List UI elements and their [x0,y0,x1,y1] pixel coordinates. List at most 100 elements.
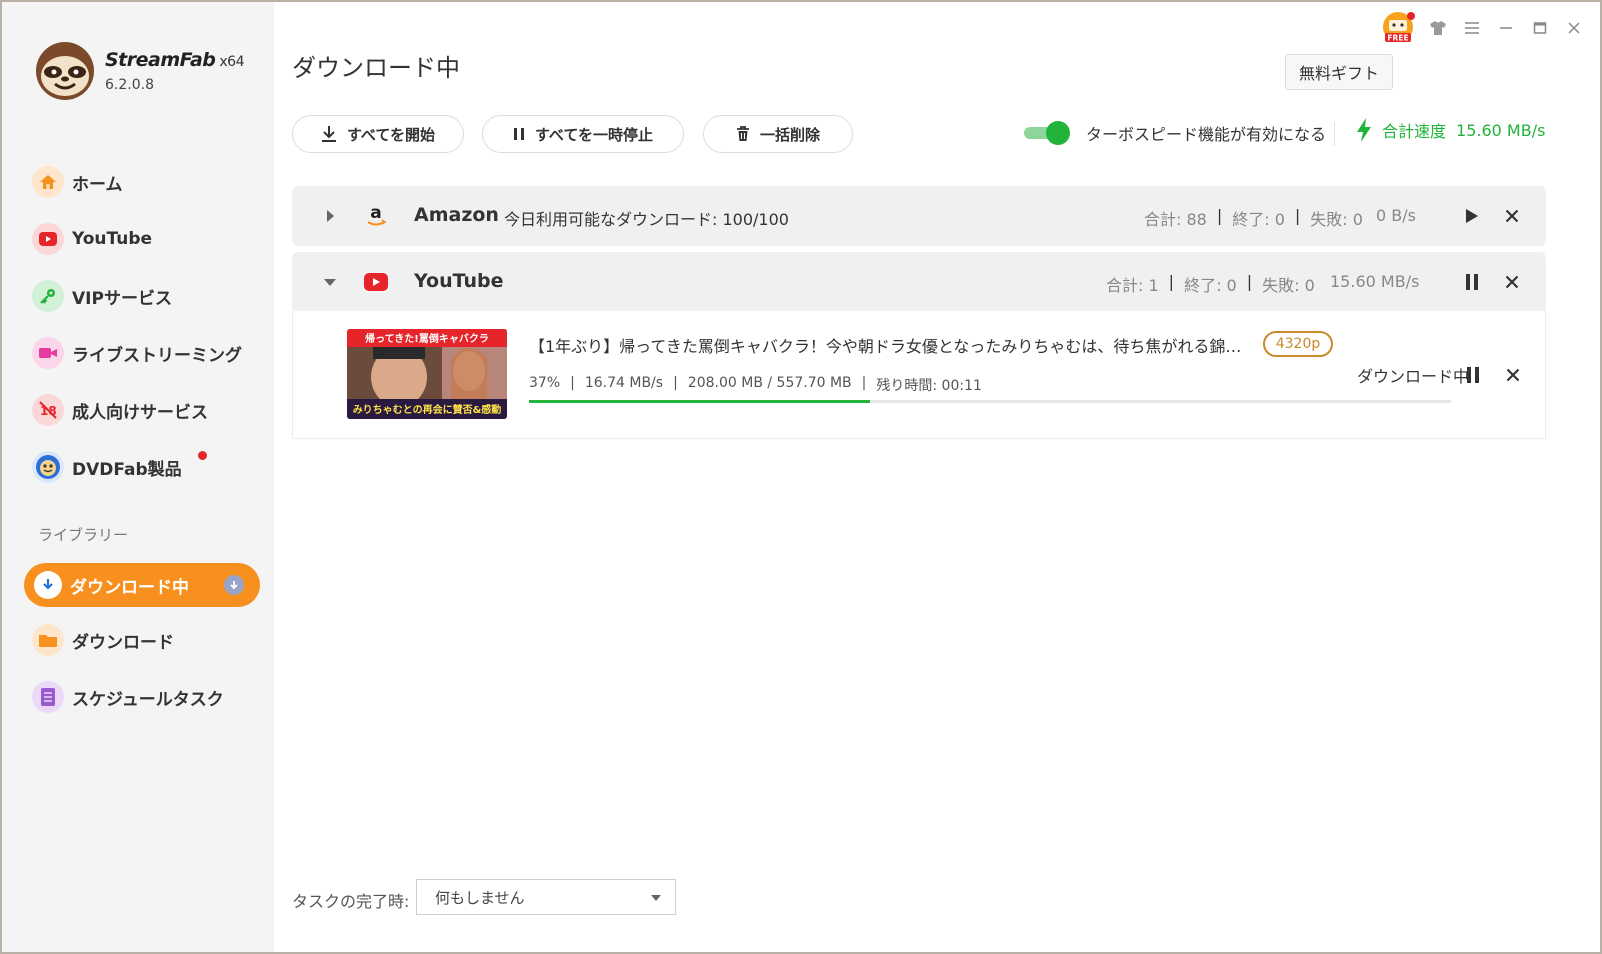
schedule-icon [32,681,64,713]
pause-icon [1466,274,1478,290]
close-icon [1505,275,1519,289]
pause-all-label: すべてを一時停止 [534,125,654,144]
group-name: YouTube [414,270,504,292]
quality-badge: 4320p [1263,331,1333,357]
total-speed-label: 合計速度 [1382,122,1447,141]
app-arch: x64 [219,54,244,70]
stat-total: 合計: 1 [1106,276,1159,295]
total-speed: 合計速度 15.60 MB/s [1356,118,1545,142]
maximize-icon[interactable] [1528,16,1552,40]
lightning-icon [1357,118,1371,142]
window-controls: FREE [1380,10,1586,46]
sidebar-item-schedule[interactable]: スケジュールタスク [32,677,262,717]
group-stats: 合計: 88 | 終了: 0 | 失敗: 0 [1144,206,1363,229]
stat-done: 終了: 0 [1184,276,1237,295]
home-icon [32,166,64,198]
group-youtube: YouTube 合計: 1 | 終了: 0 | 失敗: 0 15.60 MB/s [292,252,1546,312]
trash-icon [736,126,749,141]
delete-all-label: 一括削除 [759,125,820,144]
sidebar: StreamFab x64 6.2.0.8 ホーム YouTube VIPサービス [2,2,274,952]
stat-total: 合計: 88 [1144,210,1207,229]
delete-all-button[interactable]: 一括削除 [703,115,853,153]
notification-dot [198,451,207,460]
sidebar-item-home[interactable]: ホーム [32,162,262,202]
sidebar-item-label: ホーム [72,174,123,195]
task-speed: 16.74 MB/s [584,375,664,391]
notification-dot [1407,12,1415,20]
camera-icon [32,337,64,369]
pause-task-button[interactable] [1461,363,1485,387]
chevron-down-icon [651,895,661,901]
page-title: ダウンロード中 [292,54,460,82]
pause-icon [513,128,524,140]
sidebar-item-label: 成人向けサービス [72,402,208,423]
pause-all-button[interactable]: すべてを一時停止 [482,115,684,153]
svg-text:FREE: FREE [1387,34,1408,43]
video-thumbnail: 帰ってきた!罵倒キャバクラ みりちゃむとの再会に賛否&感動 [347,329,507,419]
group-stats: 合計: 1 | 終了: 0 | 失敗: 0 [1106,272,1315,295]
sidebar-item-label: ライブストリーミング [72,345,242,366]
pause-group-button[interactable] [1460,270,1484,294]
close-icon [1506,368,1520,382]
free-gift-badge-icon[interactable]: FREE [1380,10,1416,46]
group-name: Amazon [414,204,499,226]
shirt-icon[interactable] [1426,16,1450,40]
sidebar-item-adult[interactable]: 18 成人向けサービス [32,390,262,430]
sidebar-item-downloaded[interactable]: ダウンロード [32,620,262,660]
collapse-arrow-icon[interactable] [322,274,338,290]
task-complete-label: タスクの完了時: [292,892,410,911]
sidebar-item-dvdfab[interactable]: DVDFab製品 [32,447,262,487]
app-name: StreamFab x64 [105,49,244,71]
youtube-icon [362,269,390,295]
stat-failed: 失敗: 0 [1310,210,1363,229]
total-speed-value: 15.60 MB/s [1456,120,1546,140]
toggle-knob [1046,121,1070,145]
expand-arrow-icon[interactable] [322,208,338,224]
streamfab-logo-icon [36,42,94,100]
sidebar-item-livestream[interactable]: ライブストリーミング [32,333,262,373]
task-complete-select[interactable]: 何もしません [416,879,676,915]
turbo-speed-setting: ターボスピード機能が有効になる [1024,120,1326,146]
youtube-icon [32,223,64,255]
task-status: ダウンロード中 [1357,367,1470,386]
close-icon [1505,209,1519,223]
sidebar-item-label: YouTube [72,229,153,249]
stat-done: 終了: 0 [1232,210,1285,229]
sidebar-item-label: ダウンロード [72,632,174,653]
task-remaining: 残り時間: 00:11 [876,378,982,394]
close-icon[interactable] [1562,16,1586,40]
library-section-label: ライブラリー [38,526,129,544]
turbo-speed-toggle[interactable] [1024,120,1070,146]
task-size: 208.00 MB / 557.70 MB [687,375,852,391]
divider [1334,122,1335,146]
group-amazon: a Amazon 今日利用可能なダウンロード: 100/100 合計: 88 | … [292,186,1546,246]
download-task: 帰ってきた!罵倒キャバクラ みりちゃむとの再会に賛否&感動 【1年ぶり】帰ってき… [292,311,1546,439]
remove-group-button[interactable] [1500,204,1524,228]
key-icon [32,280,64,312]
download-badge-icon [224,575,244,595]
app-window: StreamFab x64 6.2.0.8 ホーム YouTube VIPサービス [0,0,1602,954]
stat-failed: 失敗: 0 [1262,276,1315,295]
app-version: 6.2.0.8 [105,77,154,93]
pause-icon [1467,367,1479,383]
download-icon [34,571,62,599]
sidebar-item-label: スケジュールタスク [72,689,224,710]
turbo-speed-label: ターボスピード機能が有効になる [1086,125,1327,144]
sidebar-item-label: ダウンロード中 [70,577,189,598]
start-all-button[interactable]: すべてを開始 [292,115,464,153]
sidebar-item-downloading[interactable]: ダウンロード中 [24,563,260,607]
main-panel: ダウンロード中 FREE 無料ギフト すべてを開始 すべてを一時停止 一括削除 … [274,2,1600,952]
free-gift-button[interactable]: 無料ギフト [1285,54,1393,90]
menu-icon[interactable] [1460,16,1484,40]
sidebar-item-youtube[interactable]: YouTube [32,219,262,259]
task-title: 【1年ぶり】帰ってきた罵倒キャバクラ！今や朝ドラ女優となったみりちゃむは、待ち焦… [529,337,1249,356]
minimize-icon[interactable] [1494,16,1518,40]
amazon-icon: a [362,203,390,229]
download-icon [321,126,336,142]
sidebar-item-vip[interactable]: VIPサービス [32,276,262,316]
download-quota: 今日利用可能なダウンロード: 100/100 [504,210,789,229]
play-button[interactable] [1460,204,1484,228]
remove-task-button[interactable] [1501,363,1525,387]
folder-icon [32,624,64,656]
remove-group-button[interactable] [1500,270,1524,294]
